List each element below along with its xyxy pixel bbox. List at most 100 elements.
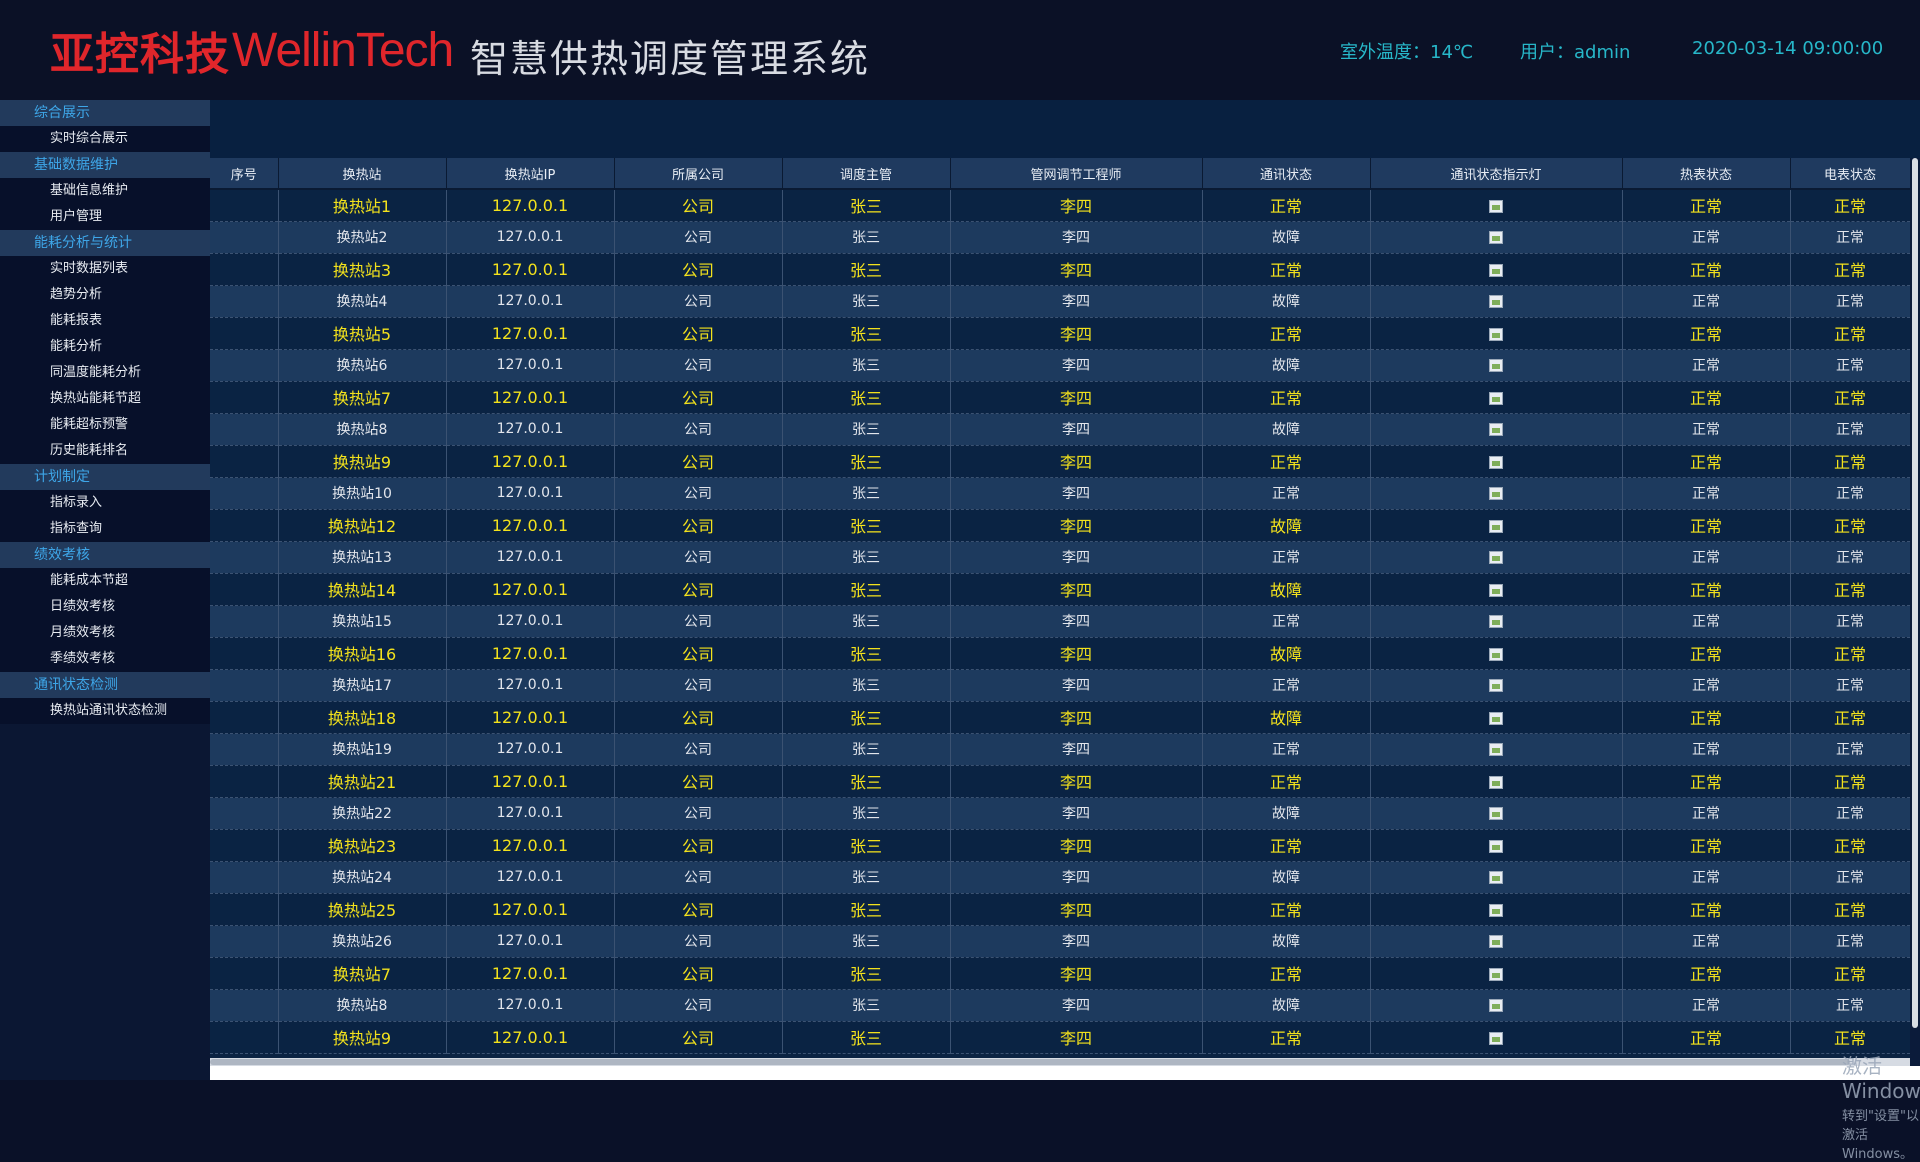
sidebar-item[interactable]: 用户管理 — [0, 204, 210, 230]
table-row[interactable]: 换热站18 127.0.0.1 公司 张三 李四 故障 正常 正常 — [210, 701, 1910, 734]
table-row[interactable]: 换热站14 127.0.0.1 公司 张三 李四 故障 正常 正常 — [210, 573, 1910, 606]
table-cell: 正常 — [1622, 221, 1791, 254]
table-cell: 故障 — [1202, 285, 1371, 318]
table-cell: 李四 — [950, 509, 1203, 542]
table-cell: 换热站9 — [278, 1021, 447, 1054]
table-cell: 正常 — [1790, 509, 1910, 542]
sidebar-group-5[interactable]: 通讯状态检测 — [0, 672, 210, 698]
table-cell: 正常 — [1790, 861, 1910, 894]
table-cell: 公司 — [614, 381, 783, 414]
table-row[interactable]: 换热站12 127.0.0.1 公司 张三 李四 故障 正常 正常 — [210, 509, 1910, 542]
column-header[interactable]: 换热站 — [278, 158, 447, 190]
sidebar-item[interactable]: 能耗超标预警 — [0, 412, 210, 438]
table-cell: 正常 — [1202, 605, 1371, 638]
column-header[interactable]: 热表状态 — [1622, 158, 1791, 190]
table-cell: 李四 — [950, 1021, 1203, 1054]
table-row[interactable]: 换热站8 127.0.0.1 公司 张三 李四 故障 正常 正常 — [210, 413, 1910, 446]
sidebar-item[interactable]: 同温度能耗分析 — [0, 360, 210, 386]
column-header[interactable]: 管网调节工程师 — [950, 158, 1203, 190]
broken-image-icon — [1489, 327, 1503, 341]
table-row[interactable]: 换热站26 127.0.0.1 公司 张三 李四 故障 正常 正常 — [210, 925, 1910, 958]
table-row[interactable]: 换热站16 127.0.0.1 公司 张三 李四 故障 正常 正常 — [210, 637, 1910, 670]
table-cell: 127.0.0.1 — [446, 413, 615, 446]
horizontal-scrollbar[interactable] — [210, 1058, 1910, 1066]
sidebar-group-0[interactable]: 综合展示 — [0, 100, 210, 126]
table-cell: 公司 — [614, 285, 783, 318]
table-cell: 正常 — [1622, 189, 1791, 222]
table-row[interactable]: 换热站17 127.0.0.1 公司 张三 李四 正常 正常 正常 — [210, 669, 1910, 702]
sidebar-item[interactable]: 能耗报表 — [0, 308, 210, 334]
table-row[interactable]: 换热站3 127.0.0.1 公司 张三 李四 正常 正常 正常 — [210, 253, 1910, 286]
table-cell — [210, 637, 279, 670]
table-row[interactable]: 换热站23 127.0.0.1 公司 张三 李四 正常 正常 正常 — [210, 829, 1910, 862]
column-header[interactable]: 所属公司 — [614, 158, 783, 190]
column-header[interactable]: 通讯状态指示灯 — [1370, 158, 1623, 190]
current-user[interactable]: 用户：admin — [1520, 38, 1630, 64]
table-cell: 正常 — [1622, 1021, 1791, 1054]
sidebar-item[interactable]: 实时综合展示 — [0, 126, 210, 152]
table-row[interactable]: 换热站24 127.0.0.1 公司 张三 李四 故障 正常 正常 — [210, 861, 1910, 894]
vertical-scroll-thumb[interactable] — [1912, 158, 1918, 1028]
vertical-scrollbar[interactable] — [1910, 158, 1920, 1058]
table-row[interactable]: 换热站4 127.0.0.1 公司 张三 李四 故障 正常 正常 — [210, 285, 1910, 318]
table-row[interactable]: 换热站21 127.0.0.1 公司 张三 李四 正常 正常 正常 — [210, 765, 1910, 798]
table-row[interactable]: 换热站8 127.0.0.1 公司 张三 李四 故障 正常 正常 — [210, 989, 1910, 1022]
sidebar-item[interactable]: 趋势分析 — [0, 282, 210, 308]
sidebar-item[interactable]: 指标录入 — [0, 490, 210, 516]
column-header[interactable]: 通讯状态 — [1202, 158, 1371, 190]
table-cell: 张三 — [782, 989, 951, 1022]
table-cell: 换热站18 — [278, 701, 447, 734]
table-cell: 127.0.0.1 — [446, 893, 615, 926]
table-row[interactable]: 换热站9 127.0.0.1 公司 张三 李四 正常 正常 正常 — [210, 1021, 1910, 1054]
table-row[interactable]: 换热站9 127.0.0.1 公司 张三 李四 正常 正常 正常 — [210, 445, 1910, 478]
sidebar-group-2[interactable]: 能耗分析与统计 — [0, 230, 210, 256]
table-row[interactable]: 换热站7 127.0.0.1 公司 张三 李四 正常 正常 正常 — [210, 381, 1910, 414]
table-cell: 127.0.0.1 — [446, 573, 615, 606]
table-cell — [1370, 861, 1623, 894]
sidebar-group-3[interactable]: 计划制定 — [0, 464, 210, 490]
table-cell: 正常 — [1202, 317, 1371, 350]
column-header[interactable]: 电表状态 — [1790, 158, 1910, 190]
table-cell: 正常 — [1790, 1021, 1910, 1054]
table-cell — [1370, 925, 1623, 958]
sidebar-item[interactable]: 实时数据列表 — [0, 256, 210, 282]
table-row[interactable]: 换热站6 127.0.0.1 公司 张三 李四 故障 正常 正常 — [210, 349, 1910, 382]
table-row[interactable]: 换热站2 127.0.0.1 公司 张三 李四 故障 正常 正常 — [210, 221, 1910, 254]
table-cell: 李四 — [950, 477, 1203, 510]
table-cell: 正常 — [1790, 317, 1910, 350]
sidebar-item[interactable]: 日绩效考核 — [0, 594, 210, 620]
table-row[interactable]: 换热站15 127.0.0.1 公司 张三 李四 正常 正常 正常 — [210, 605, 1910, 638]
sidebar-group-1[interactable]: 基础数据维护 — [0, 152, 210, 178]
station-table-container[interactable]: 序号 换热站 换热站IP 所属公司 调度主管 管网调节工程师 通讯状态 通讯状态指示灯 热表状态… — [210, 158, 1910, 1058]
sidebar-group-4[interactable]: 绩效考核 — [0, 542, 210, 568]
table-cell: 正常 — [1790, 765, 1910, 798]
table-row[interactable]: 换热站25 127.0.0.1 公司 张三 李四 正常 正常 正常 — [210, 893, 1910, 926]
table-cell: 127.0.0.1 — [446, 1021, 615, 1054]
table-cell: 张三 — [782, 733, 951, 766]
table-row[interactable]: 换热站1 127.0.0.1 公司 张三 李四 正常 正常 正常 — [210, 189, 1910, 222]
sidebar-item[interactable]: 月绩效考核 — [0, 620, 210, 646]
table-row[interactable]: 换热站5 127.0.0.1 公司 张三 李四 正常 正常 正常 — [210, 317, 1910, 350]
table-cell: 127.0.0.1 — [446, 285, 615, 318]
table-row[interactable]: 换热站13 127.0.0.1 公司 张三 李四 正常 正常 正常 — [210, 541, 1910, 574]
table-row[interactable]: 换热站22 127.0.0.1 公司 张三 李四 故障 正常 正常 — [210, 797, 1910, 830]
column-header[interactable]: 调度主管 — [782, 158, 951, 190]
table-cell: 127.0.0.1 — [446, 829, 615, 862]
horizontal-scroll-thumb[interactable] — [210, 1059, 1850, 1065]
sidebar-menu: 综合展示 实时综合展示 基础数据维护 基础信息维护 用户管理 能耗分析与统计 实时数据列表趋… — [0, 100, 210, 724]
table-row[interactable]: 换热站7 127.0.0.1 公司 张三 李四 正常 正常 正常 — [210, 957, 1910, 990]
broken-image-icon — [1489, 711, 1503, 725]
sidebar-item[interactable]: 历史能耗排名 — [0, 438, 210, 464]
sidebar-item[interactable]: 指标查询 — [0, 516, 210, 542]
sidebar-item[interactable]: 能耗分析 — [0, 334, 210, 360]
column-header[interactable]: 序号 — [210, 158, 279, 190]
table-cell: 127.0.0.1 — [446, 317, 615, 350]
table-row[interactable]: 换热站19 127.0.0.1 公司 张三 李四 正常 正常 正常 — [210, 733, 1910, 766]
sidebar-item[interactable]: 能耗成本节超 — [0, 568, 210, 594]
column-header[interactable]: 换热站IP — [446, 158, 615, 190]
sidebar-item[interactable]: 换热站能耗节超 — [0, 386, 210, 412]
sidebar-item[interactable]: 换热站通讯状态检测 — [0, 698, 210, 724]
table-row[interactable]: 换热站10 127.0.0.1 公司 张三 李四 正常 正常 正常 — [210, 477, 1910, 510]
sidebar-item[interactable]: 基础信息维护 — [0, 178, 210, 204]
sidebar-item[interactable]: 季绩效考核 — [0, 646, 210, 672]
